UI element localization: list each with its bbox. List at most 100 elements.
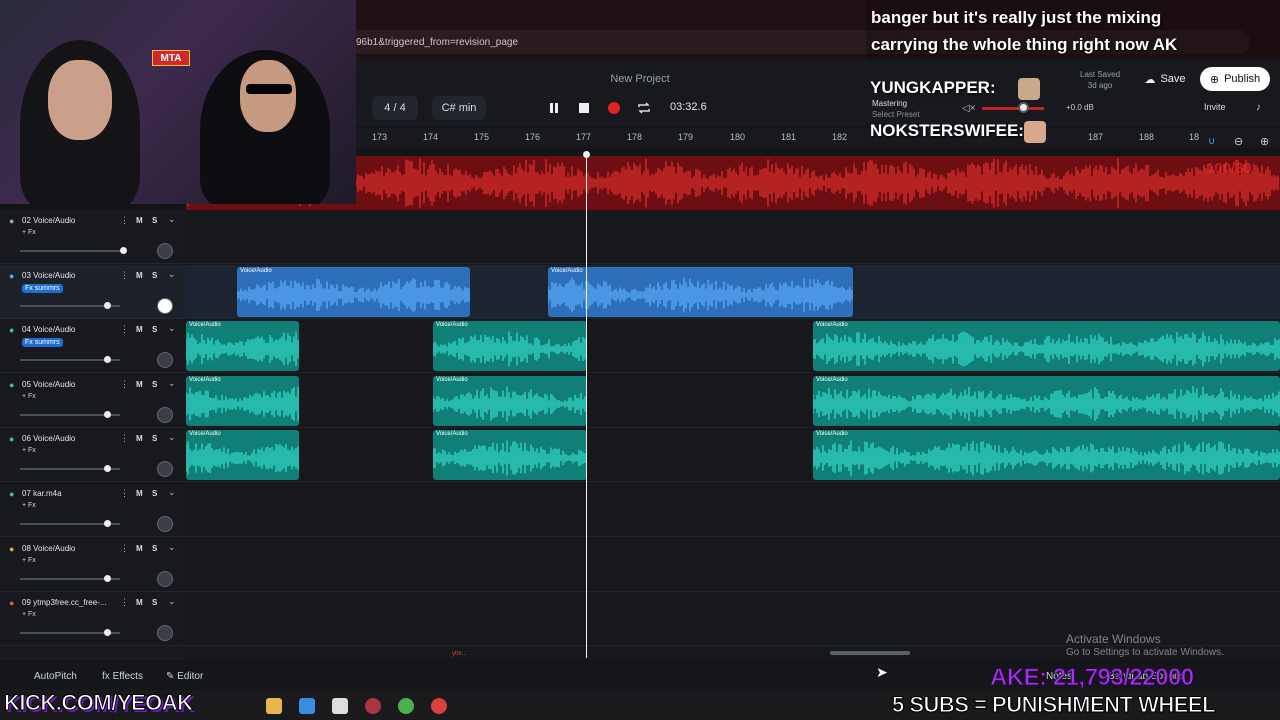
track-name[interactable]: 04 Voice/Audio (22, 325, 75, 334)
pan-knob[interactable] (157, 243, 173, 259)
master-volume-knob[interactable] (1018, 102, 1029, 113)
audio-clip[interactable]: Voice/Audio (548, 266, 853, 317)
kebab-menu-icon[interactable]: ⋮ (120, 270, 129, 281)
track-lane[interactable]: Voice/Audio Voice/Audio Voice/Audio (186, 319, 1280, 374)
app-icon[interactable] (365, 698, 381, 714)
pan-knob[interactable] (157, 516, 173, 532)
record-button[interactable] (604, 98, 624, 118)
stop-button[interactable] (574, 98, 594, 118)
loop-button[interactable] (634, 98, 654, 118)
chevron-down-icon[interactable]: ⌄ (168, 269, 176, 280)
track-fx-button[interactable]: + Fx (22, 557, 36, 564)
zoom-out-icon[interactable]: ⊖ (1234, 135, 1243, 148)
pan-knob[interactable] (157, 461, 173, 478)
kebab-menu-icon[interactable]: ⋮ (120, 324, 129, 335)
volume-knob[interactable] (104, 301, 111, 309)
time-signature[interactable]: 4 / 4 (372, 96, 418, 120)
pan-knob[interactable] (157, 570, 173, 587)
autopitch-button[interactable]: AutoPitch (34, 671, 77, 682)
chrome-icon[interactable] (398, 698, 414, 714)
track-volume-slider[interactable] (20, 574, 120, 582)
key-selector[interactable]: C# min (432, 96, 486, 120)
solo-button[interactable]: S (152, 380, 157, 389)
track-volume-slider[interactable] (20, 247, 127, 254)
effects-button[interactable]: fx Effects (102, 671, 143, 682)
file-icon[interactable] (332, 698, 348, 714)
track-name[interactable]: 06 Voice/Audio (22, 434, 75, 443)
track-lane[interactable]: Voice/Audio Voice/Audio Voice/Audio (186, 428, 1280, 483)
mute-button[interactable]: M (136, 380, 143, 389)
store-icon[interactable] (299, 698, 315, 714)
invite-button[interactable]: Invite (1204, 102, 1226, 112)
track-name[interactable]: 07 kar.m4a (22, 489, 62, 498)
kebab-menu-icon[interactable]: ⋮ (120, 379, 129, 390)
solo-button[interactable]: S (152, 216, 157, 225)
bell-icon[interactable]: ♪ (1256, 102, 1261, 113)
volume-knob[interactable] (104, 465, 111, 473)
track-name[interactable]: 09 ytmp3free.cc_free-... (22, 598, 106, 607)
solo-button[interactable]: S (152, 271, 157, 280)
volume-knob[interactable] (104, 574, 111, 582)
playhead[interactable] (586, 152, 587, 658)
editor-button[interactable]: ✎ Editor (166, 671, 203, 682)
track-fx-button[interactable]: Fx summrs (22, 338, 63, 348)
track-lane[interactable] (186, 538, 1280, 592)
track-name[interactable]: 08 Voice/Audio (22, 544, 75, 553)
horizontal-scrollbar[interactable] (830, 651, 910, 655)
track-fx-button[interactable]: + Fx (22, 502, 36, 509)
track-fx-button[interactable]: + Fx (22, 393, 36, 400)
audio-clip[interactable]: Voice/Audio (433, 430, 587, 481)
kebab-menu-icon[interactable]: ⋮ (120, 543, 129, 554)
solo-button[interactable]: S (152, 598, 157, 607)
pan-knob[interactable] (157, 352, 173, 369)
track-name[interactable]: 02 Voice/Audio (22, 216, 75, 225)
audio-clip[interactable]: Voice/Audio (813, 321, 1280, 372)
audio-clip[interactable]: Voice/Audio (813, 430, 1280, 481)
chevron-down-icon[interactable]: ⌄ (168, 378, 176, 389)
track-header[interactable]: ● 02 Voice/Audio + Fx ⋮ M S ⌄ (0, 210, 186, 264)
track-volume-slider[interactable] (20, 410, 120, 418)
track-header[interactable]: ● 04 Voice/Audio Fx summrs ⋮ M S ⌄ (0, 319, 186, 374)
publish-button[interactable]: ⊕ Publish (1200, 67, 1270, 91)
track-fx-button[interactable]: + Fx (22, 229, 36, 236)
solo-button[interactable]: S (152, 544, 157, 553)
track-name[interactable]: 03 Voice/Audio (22, 271, 75, 280)
zoom-in-icon[interactable]: ⊕ (1260, 135, 1269, 148)
audio-clip[interactable]: Voice/Audio (186, 375, 299, 426)
track-lane[interactable] (186, 210, 1280, 264)
mute-button[interactable]: M (136, 271, 143, 280)
chevron-down-icon[interactable]: ⌄ (168, 542, 176, 553)
track-fx-button[interactable]: + Fx (22, 611, 36, 618)
kebab-menu-icon[interactable]: ⋮ (120, 433, 129, 444)
track-lane[interactable] (186, 483, 1280, 537)
speaker-mute-icon[interactable]: ◁× (962, 103, 976, 114)
volume-knob[interactable] (104, 629, 111, 637)
solo-button[interactable]: S (152, 434, 157, 443)
track-volume-slider[interactable] (20, 629, 120, 637)
track-name[interactable]: 05 Voice/Audio (22, 380, 75, 389)
volume-knob[interactable] (104, 520, 111, 527)
mute-button[interactable]: M (136, 544, 143, 553)
mute-button[interactable]: M (136, 598, 143, 607)
track-header[interactable]: ● 03 Voice/Audio Fx summrs ⋮ M S ⌄ (0, 264, 186, 319)
track-header[interactable]: ● 07 kar.m4a + Fx ⋮ M S ⌄ (0, 483, 186, 537)
chevron-down-icon[interactable]: ⌄ (168, 214, 176, 225)
track-header[interactable]: ● 09 ytmp3free.cc_free-... + Fx ⋮ M S ⌄ (0, 592, 186, 647)
pan-knob[interactable] (157, 406, 173, 423)
chevron-down-icon[interactable]: ⌄ (168, 596, 176, 607)
track-lane[interactable]: Voice/Audio Voice/Audio (186, 264, 1280, 319)
audio-clip[interactable]: Voice/Audio (813, 375, 1280, 426)
solo-button[interactable]: S (152, 489, 157, 498)
save-button[interactable]: ☁ Save (1134, 68, 1196, 90)
preset-selector[interactable]: Select Preset (872, 109, 920, 120)
kebab-menu-icon[interactable]: ⋮ (120, 215, 129, 226)
kebab-menu-icon[interactable]: ⋮ (120, 488, 129, 499)
volume-knob[interactable] (104, 356, 111, 364)
track-header[interactable]: ● 05 Voice/Audio + Fx ⋮ M S ⌄ (0, 374, 186, 428)
chevron-down-icon[interactable]: ⌄ (168, 432, 176, 443)
audio-clip[interactable]: Voice/Audio (186, 430, 299, 481)
pan-knob[interactable] (157, 625, 173, 642)
track-header[interactable]: ● 06 Voice/Audio + Fx ⋮ M S ⌄ (0, 428, 186, 483)
master-volume-track[interactable] (982, 107, 1044, 110)
mute-button[interactable]: M (136, 434, 143, 443)
